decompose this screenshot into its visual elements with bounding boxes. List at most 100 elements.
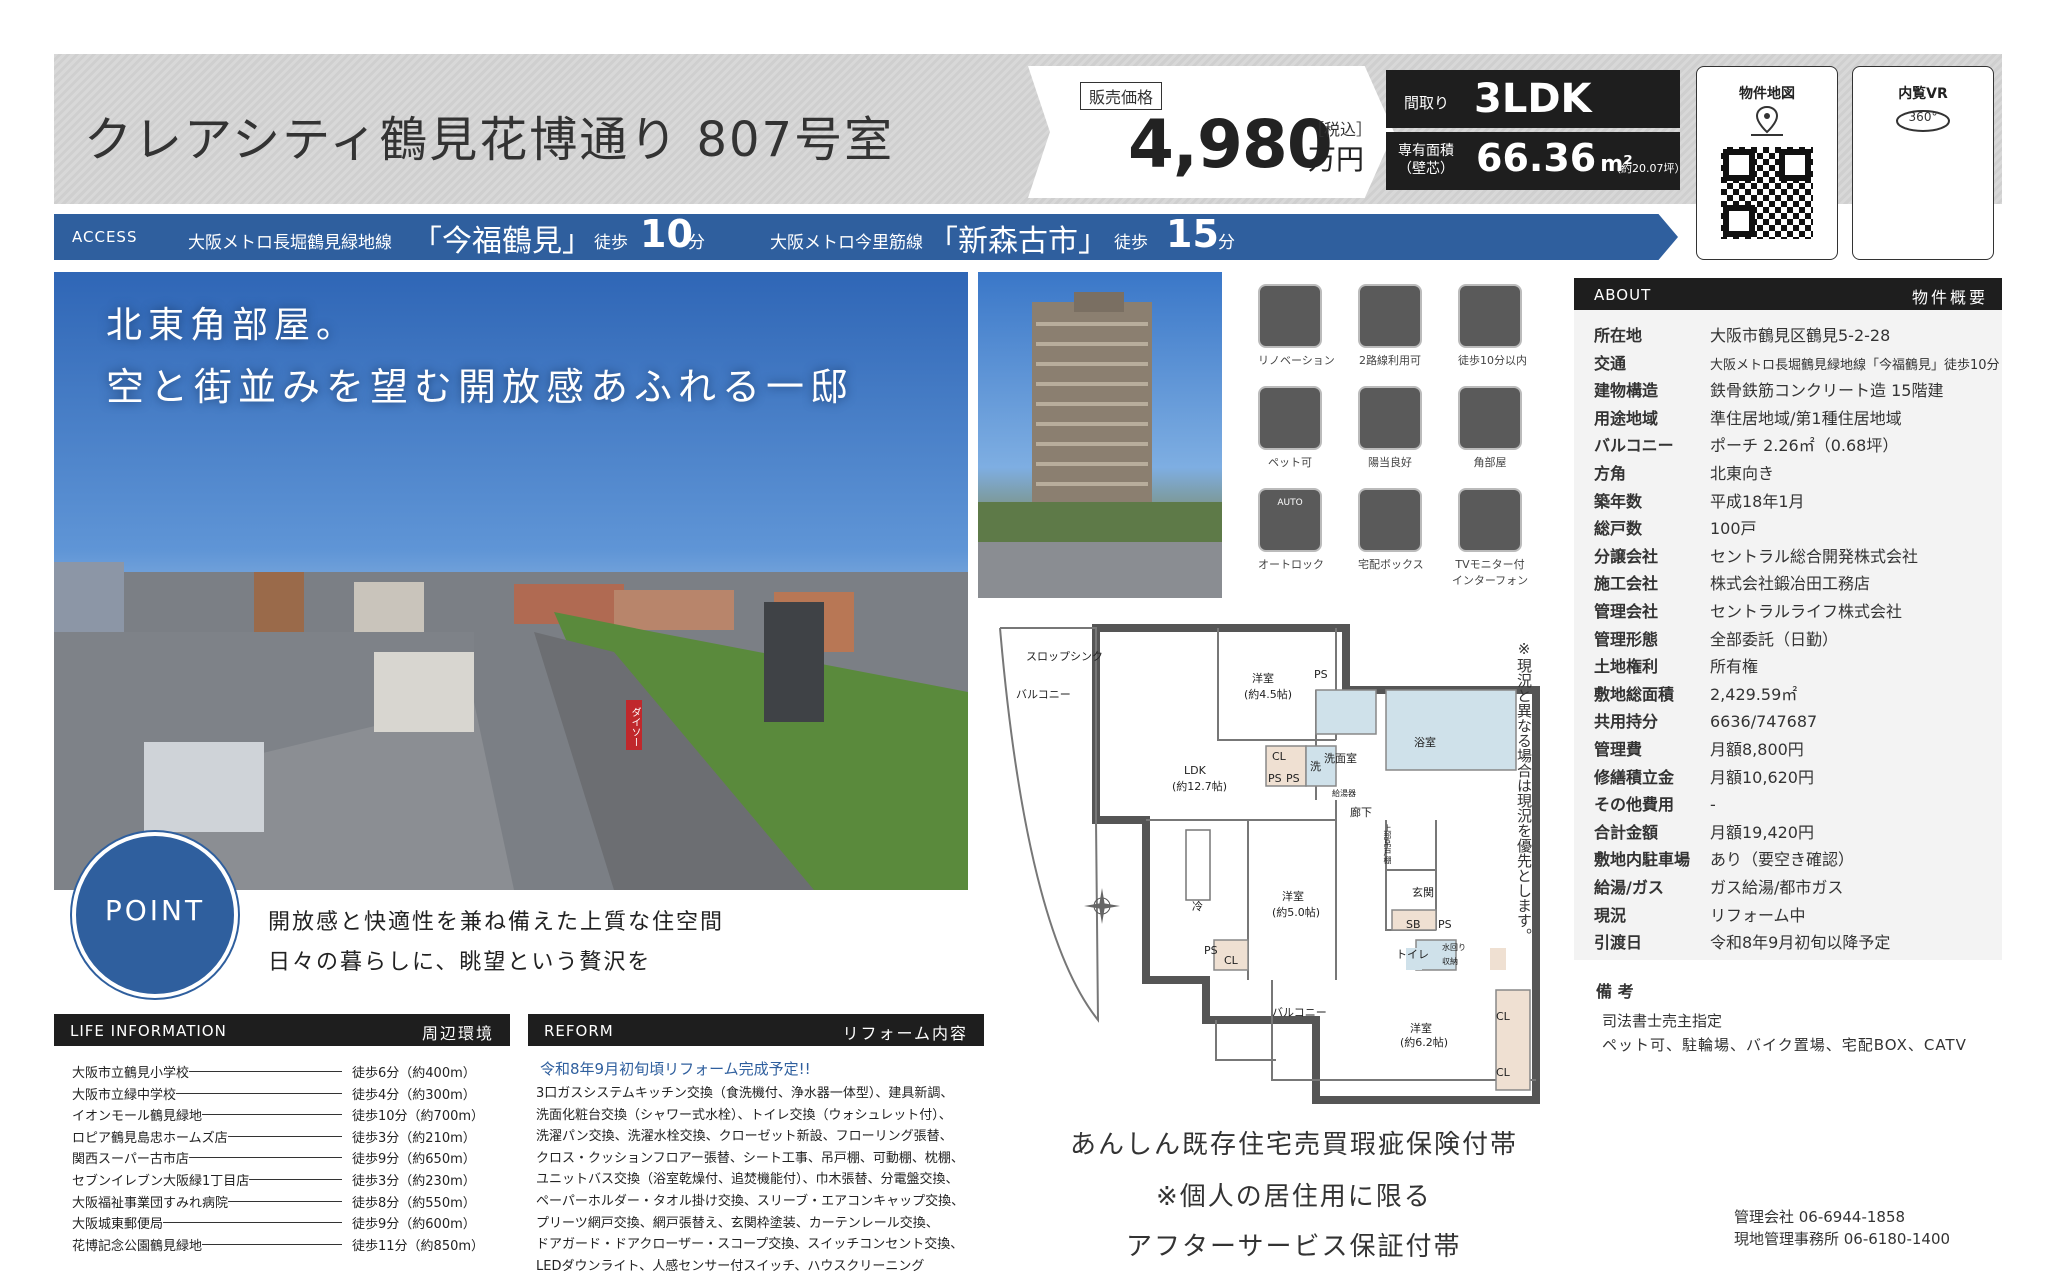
feature-label: ペット可: [1268, 456, 1312, 469]
about-row: 現況 リフォーム中: [1594, 905, 1806, 925]
autolock-icon: AUTO: [1258, 488, 1322, 552]
vr-tour-card[interactable]: 内覧VR 360°: [1852, 66, 1994, 260]
floorplan-label: 洋室: [1252, 672, 1274, 685]
floorplan-label: 玄関: [1412, 886, 1434, 899]
point-line-2: 日々の暮らしに、眺望という贅沢を: [268, 950, 652, 975]
reform-line: プリーツ網戸交換、網戸張替え、玄関枠塗装、カーテンレール交換、: [536, 1215, 939, 1231]
floorplan-label: SB: [1406, 918, 1421, 931]
layout-value: 3LDK: [1474, 76, 1592, 122]
access-walk-min-2: 15: [1166, 212, 1219, 256]
about-row: 共用持分 6636/747687: [1594, 712, 1818, 732]
area-label: 専有面積 （壁芯）: [1398, 143, 1454, 177]
feature-label: 徒歩10分以内: [1458, 354, 1527, 367]
reform-line: ドアガード・ドアクローザー・スコープ交換、スイッチコンセント交換、: [536, 1237, 964, 1253]
qr-code-icon[interactable]: [1721, 147, 1813, 239]
about-row: 修繕積立金 月額10,620円: [1594, 767, 1814, 787]
floorplan-label: PS: [1286, 772, 1300, 785]
building-photo: [978, 272, 1222, 598]
shop-sign: ダイソー: [629, 707, 640, 747]
floorplan-label: トイレ: [1396, 948, 1429, 961]
feature-label: オートロック: [1258, 558, 1324, 571]
warranty-line-1: あんしん既存住宅売買瑕疵保険付帯: [1070, 1130, 1519, 1160]
reform-line: ペーパーホルダー・タオル掛け交換、スリーブ・エアコンキャップ交換、: [536, 1194, 965, 1209]
feature-paw: ペット可: [1258, 386, 1322, 470]
floorplan-label: LDK: [1184, 764, 1206, 777]
feature-label: 角部屋: [1473, 456, 1507, 469]
warranty-line-3: アフターサービス保証付帯: [1126, 1232, 1462, 1262]
floorplan-label: バルコニー: [1016, 688, 1071, 701]
property-title: クレアシティ鶴見花博通り 807号室: [84, 112, 895, 168]
feature-autolock: AUTO オートロック: [1258, 488, 1324, 572]
view-photo: 北東角部屋。 空と街並みを望む開放感あふれる一邸 ダイソー: [54, 272, 968, 890]
about-row: 所在地 大阪市鶴見区鶴見5-2-28: [1594, 326, 1891, 345]
floorplan-legend: 水回り: [1442, 943, 1466, 952]
floorplan-label: 廊下: [1350, 806, 1372, 819]
reform-line: ユニットバス交換（浴室乾燥付、追焚機能付）、巾木張替、分電盤交換、: [536, 1172, 959, 1188]
floorplan-label: CL: [1496, 1010, 1510, 1023]
about-row: 施工会社 株式会社鍛冶田工務店: [1594, 574, 1871, 594]
about-row: 給湯/ガス ガス給湯/都市ガス: [1594, 878, 1844, 897]
floorplan-label: 洋室: [1282, 890, 1304, 903]
about-row: 管理形態 全部委託（日勤）: [1594, 629, 1839, 649]
notes-box: 備 考 司法書士売主指定 ペット可、駐輪場、バイク置場、宅配BOX、CATV 管…: [1588, 964, 1988, 1254]
map-pin-icon: [1697, 105, 1837, 141]
feature-label: リノベーション: [1258, 354, 1335, 367]
area-tsubo: （約20.07坪）: [1610, 162, 1686, 175]
feature-label: TVモニター付インターフォン: [1451, 558, 1529, 587]
reform-header: REFORM リフォーム内容: [528, 1014, 984, 1046]
about-row: 合計金額 月額19,420円: [1594, 822, 1814, 842]
floorplan-label: CL: [1272, 750, 1286, 763]
sun-icon: [1358, 386, 1422, 450]
about-row: 敷地内駐車場 あり（要空き確認）: [1594, 850, 1855, 870]
property-map-card[interactable]: 物件地図: [1696, 66, 1838, 260]
floorplan-label: CL: [1224, 954, 1238, 967]
corner-room-icon: [1458, 386, 1522, 450]
feature-renovation: リノベーション: [1258, 284, 1335, 368]
floorplan-label: (約6.2帖): [1400, 1036, 1449, 1049]
floorplan-label: 洗面室: [1324, 752, 1357, 765]
contact-line-2: 現地管理事務所 06-6180-1400: [1734, 1230, 1951, 1248]
feature-corner-room: 角部屋: [1458, 386, 1522, 470]
reform-line: 洗面化粧台交換（シャワー式水栓）、トイレ交換（ウォシュレット付）、: [536, 1107, 952, 1123]
feature-train-two-lines: 2路線利用可: [1358, 284, 1422, 368]
floorplan-label: (約12.7帖): [1172, 780, 1228, 793]
feature-delivery-box: 宅配ボックス: [1358, 488, 1424, 572]
life-item: 大阪市立緑中学校 徒歩4分（約300m）: [72, 1087, 476, 1103]
svg-text:360°: 360°: [1909, 110, 1938, 124]
life-item: イオンモール鶴見緑地 徒歩10分（約700m）: [72, 1109, 485, 1125]
about-row: バルコニー ポーチ 2.26㎡（0.68坪）: [1594, 436, 1899, 456]
paw-icon: [1258, 386, 1322, 450]
price-unit: 万円: [1308, 143, 1365, 176]
floorplan-label: PS: [1314, 668, 1328, 681]
layout-label: 間取り: [1404, 94, 1450, 112]
about-row: 管理費 月額8,800円: [1594, 740, 1804, 759]
about-row: 土地権利 所有権: [1594, 657, 1759, 677]
train-two-lines-icon: [1358, 284, 1422, 348]
point-badge: POINT: [72, 832, 238, 998]
contact-line-1: 管理会社 06-6944-1858: [1734, 1208, 1906, 1226]
access-label: ACCESS: [72, 228, 138, 246]
notes-line-2: ペット可、駐輪場、バイク置場、宅配BOX、CATV: [1602, 1036, 1967, 1054]
life-item: 大阪城東郵便局 徒歩9分（約600m）: [72, 1217, 476, 1233]
reform-headline: 令和8年9月初旬頃リフォーム完成予定!!: [540, 1060, 811, 1078]
about-row: 築年数 平成18年1月: [1594, 491, 1805, 511]
access-line-1: 大阪メトロ長堀鶴見緑地線: [188, 233, 392, 253]
warranty-line-2: ※個人の居住用に限る: [1156, 1182, 1432, 1212]
life-item: 大阪市立鶴見小学校 徒歩6分（約400m）: [72, 1066, 476, 1081]
floorplan-side-label: 給湯器: [1332, 789, 1356, 798]
delivery-box-icon: [1358, 488, 1422, 552]
reform-line: クロス・クッションフロアー張替、シート工事、吊戸棚、可動棚、枕棚、: [536, 1150, 964, 1166]
about-row: 方角 北東向き: [1594, 464, 1775, 483]
notes-title: 備 考: [1596, 982, 1634, 1001]
compass-icon: [1082, 886, 1122, 930]
floorplan-label: バルコニー: [1272, 1006, 1327, 1019]
about-row: 引渡日 令和8年9月初旬以降予定: [1594, 933, 1891, 953]
price-value: 4,980: [1128, 106, 1333, 183]
photo-caption-1: 北東角部屋。: [106, 305, 359, 346]
floorplan-note: ※現況と異なる場合は現況を優先とします。: [1515, 640, 1533, 943]
about-row: 総戸数 100戸: [1594, 519, 1757, 539]
reform-line: 3口ガスシステムキッチン交換（食洗機付、浄水器一体型）、建具新調、: [536, 1086, 954, 1101]
vr-360-icon: 360°: [1853, 105, 1993, 139]
life-item: 大阪福祉事業団すみれ病院 徒歩8分（約550m）: [72, 1195, 476, 1211]
reform-line: 洗濯パン交換、洗濯水栓交換、クローゼット新設、フローリング張替、: [536, 1129, 953, 1145]
